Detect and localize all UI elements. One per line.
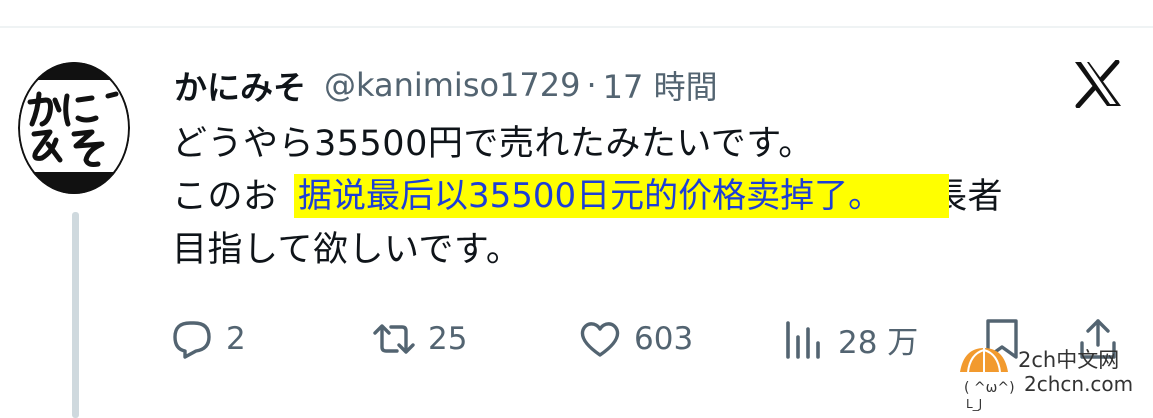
views-icon (786, 321, 820, 359)
display-name[interactable]: かにみそ (174, 61, 306, 109)
top-divider (0, 26, 1153, 28)
tweet-header: かにみそ @kanimiso1729 · 17 時間 (174, 62, 718, 108)
like-count: 603 (634, 321, 694, 357)
tweet-text-line-3: 目指して欲しいです。 (172, 230, 522, 270)
svg-text:( ^ω^): ( ^ω^) (964, 380, 1014, 396)
retweet-icon (373, 324, 415, 354)
x-logo-icon[interactable] (1072, 60, 1124, 108)
thread-line (72, 212, 79, 418)
watermark-text-2: 2chcn.com (1024, 372, 1134, 396)
avatar-ring (18, 62, 130, 194)
watermark-mascot-icon: ( ^ω^) L_J (960, 348, 1014, 411)
like-icon (580, 322, 620, 357)
tweet-text-line-1: どうやら35500円で売れたみたいです。 (172, 124, 814, 164)
like-button[interactable]: 603 (578, 312, 693, 366)
tweet-text-line-2-head: このお (172, 177, 279, 217)
handle[interactable]: @kanimiso1729 (324, 66, 581, 104)
tweet-timestamp[interactable]: 17 時間 (603, 62, 718, 108)
reply-icon (173, 321, 211, 359)
retweet-button[interactable]: 25 (372, 312, 467, 366)
avatar[interactable] (18, 62, 130, 194)
reply-count: 2 (226, 321, 246, 357)
retweet-count: 25 (428, 321, 468, 357)
translation-overlay: 据说最后以35500日元的价格卖掉了。 (294, 174, 949, 218)
watermark: ( ^ω^) L_J 2ch中文网 2chcn.com (952, 336, 1142, 416)
svg-text:L_J: L_J (966, 397, 982, 411)
views-count: 28 万 (838, 324, 919, 361)
views-button[interactable]: 28 万 (782, 312, 918, 366)
meta-separator: · (586, 66, 597, 104)
watermark-text-1: 2ch中文网 (1018, 348, 1120, 372)
reply-button[interactable]: 2 (170, 312, 246, 366)
